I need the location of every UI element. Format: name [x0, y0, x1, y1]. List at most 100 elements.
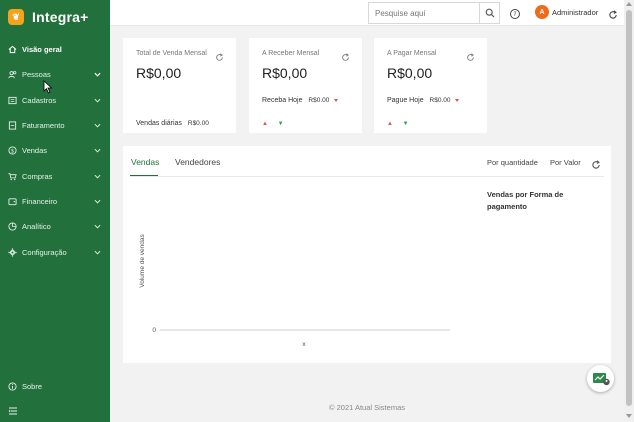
chat-bot-button[interactable] — [587, 365, 614, 392]
card-a-pagar-mensal: A Pagar Mensal R$0,00 Pague Hoje R$0.00 … — [374, 38, 487, 133]
wallet-icon — [8, 197, 17, 206]
trend-indicators: ▲ ▼ — [387, 121, 409, 127]
card-sub-label: Receba Hoje — [262, 97, 303, 104]
gear-icon — [8, 247, 17, 257]
home-icon — [8, 45, 17, 54]
sidebar-item-label: Vendas — [22, 146, 48, 156]
card-a-receber-mensal: A Receber Mensal R$0,00 Receba Hoje R$0.… — [249, 38, 362, 133]
brand[interactable]: ❦ Integra+ — [0, 0, 110, 34]
trend-down-icon: ▼ — [277, 121, 284, 127]
sidebar-item-label: Compras — [22, 171, 53, 181]
sidebar-item-sobre[interactable]: Sobre — [0, 374, 110, 399]
refresh-icon[interactable] — [215, 49, 224, 61]
topbar: ? A Administrador — [110, 0, 624, 26]
scrollbar-thumb[interactable] — [626, 10, 632, 406]
invoice-icon — [8, 121, 17, 130]
sidebar: ❦ Integra+ Visão geral Pessoas Cadastros — [0, 0, 110, 422]
search-icon — [485, 8, 494, 18]
chat-bot-icon — [592, 372, 610, 385]
trend-up-icon: ▲ — [262, 121, 268, 127]
sort-por-quantidade[interactable]: Por quantidade — [487, 158, 538, 167]
avatar[interactable]: A — [535, 5, 549, 19]
card-title: Total de Venda Mensal — [136, 50, 207, 57]
card-value: R$0,00 — [136, 65, 182, 81]
sidebar-item-pessoas[interactable]: Pessoas — [0, 62, 110, 87]
chevron-down-icon — [93, 122, 101, 130]
search-button[interactable] — [479, 2, 500, 24]
app-name: Integra+ — [32, 9, 89, 25]
logo-icon: ❦ — [8, 9, 24, 25]
user-name[interactable]: Administrador — [552, 8, 598, 17]
card-footer-value: R$0.00 — [187, 120, 209, 127]
sidebar-sobre: Sobre — [0, 374, 110, 399]
dollar-icon: $ — [8, 146, 17, 155]
refresh-icon[interactable] — [608, 7, 618, 19]
card-sub[interactable]: Pague Hoje R$0.00 — [387, 97, 460, 104]
register-icon — [8, 96, 17, 105]
sidebar-item-vendas[interactable]: $ Vendas — [0, 138, 110, 163]
card-footer: Vendas diárias R$0.00 — [136, 120, 209, 127]
sidebar-item-label: Visão geral — [22, 45, 62, 55]
chevron-down-icon — [93, 223, 101, 231]
x-axis-label: x — [302, 341, 306, 348]
sales-panel: Vendas Vendedores Por quantidade Por Val… — [123, 146, 611, 363]
sidebar-item-label: Analítico — [22, 222, 51, 232]
sidebar-item-compras[interactable]: Compras — [0, 163, 110, 188]
scroll-up-arrow-icon[interactable] — [626, 2, 632, 6]
sidebar-item-configuracao[interactable]: Configuração — [0, 239, 110, 264]
y-axis-label: Volume de vendas — [139, 234, 146, 288]
svg-text:?: ? — [513, 11, 516, 18]
tab-vendas[interactable]: Vendas — [131, 157, 159, 167]
sidebar-item-financeiro[interactable]: Financeiro — [0, 189, 110, 214]
sidebar-item-analitico[interactable]: Analítico — [0, 214, 110, 239]
refresh-icon[interactable] — [466, 49, 475, 61]
sidebar-item-label: Configuração — [22, 247, 67, 257]
sidebar-item-faturamento[interactable]: Faturamento — [0, 113, 110, 138]
refresh-icon[interactable] — [591, 157, 601, 169]
search-input[interactable] — [368, 2, 479, 24]
card-title: A Receber Mensal — [262, 50, 320, 57]
footer: © 2021 Atual Sistemas — [329, 403, 405, 412]
scroll-down-arrow-icon[interactable] — [626, 414, 632, 418]
y-tick-label: 0 — [152, 327, 156, 334]
card-title: A Pagar Mensal — [387, 50, 437, 57]
payment-method-chart-title: Vendas por Forma de pagamento — [487, 190, 564, 211]
refresh-icon[interactable] — [341, 49, 350, 61]
sales-chart: Volume de vendas 0 x — [139, 234, 450, 348]
card-sub[interactable]: Receba Hoje R$0.00 — [262, 97, 339, 104]
sort-por-valor[interactable]: Por Valor — [550, 158, 581, 167]
tab-vendedores[interactable]: Vendedores — [175, 157, 220, 167]
svg-text:$: $ — [11, 149, 14, 155]
sidebar-nav: Visão geral Pessoas Cadastros Faturament… — [0, 37, 110, 265]
trend-up-icon: ▲ — [387, 121, 393, 127]
chevron-down-icon — [93, 172, 101, 180]
card-sub-value: R$0.00 — [308, 97, 330, 104]
sidebar-item-visao-geral[interactable]: Visão geral — [0, 37, 110, 62]
card-value: R$0,00 — [262, 65, 308, 81]
chevron-down-icon — [93, 197, 101, 205]
sidebar-item-label: Cadastros — [22, 95, 57, 105]
mouse-cursor-icon — [43, 80, 53, 94]
chevron-down-icon — [93, 147, 101, 155]
people-icon — [8, 70, 17, 79]
menu-collapse-icon[interactable] — [8, 403, 18, 415]
sidebar-item-label: Sobre — [22, 382, 43, 392]
sidebar-item-label: Faturamento — [22, 121, 65, 131]
chevron-down-icon — [93, 71, 101, 79]
card-footer-label: Vendas diárias — [136, 120, 182, 127]
tab-divider — [130, 176, 604, 177]
trend-indicators: ▲ ▼ — [262, 121, 284, 127]
cart-icon — [8, 172, 17, 181]
sidebar-item-label: Pessoas — [22, 70, 51, 80]
trend-down-icon: ▼ — [402, 121, 409, 127]
info-icon — [8, 382, 17, 391]
analytics-icon — [8, 222, 17, 231]
caret-down-icon — [334, 98, 339, 102]
sidebar-item-label: Financeiro — [22, 196, 58, 206]
card-value: R$0,00 — [387, 65, 433, 81]
card-sub-value: R$0.00 — [429, 97, 451, 104]
help-icon[interactable]: ? — [509, 7, 521, 19]
sidebar-item-cadastros[interactable]: Cadastros — [0, 88, 110, 113]
card-sub-label: Pague Hoje — [387, 97, 424, 104]
chevron-down-icon — [93, 248, 101, 256]
